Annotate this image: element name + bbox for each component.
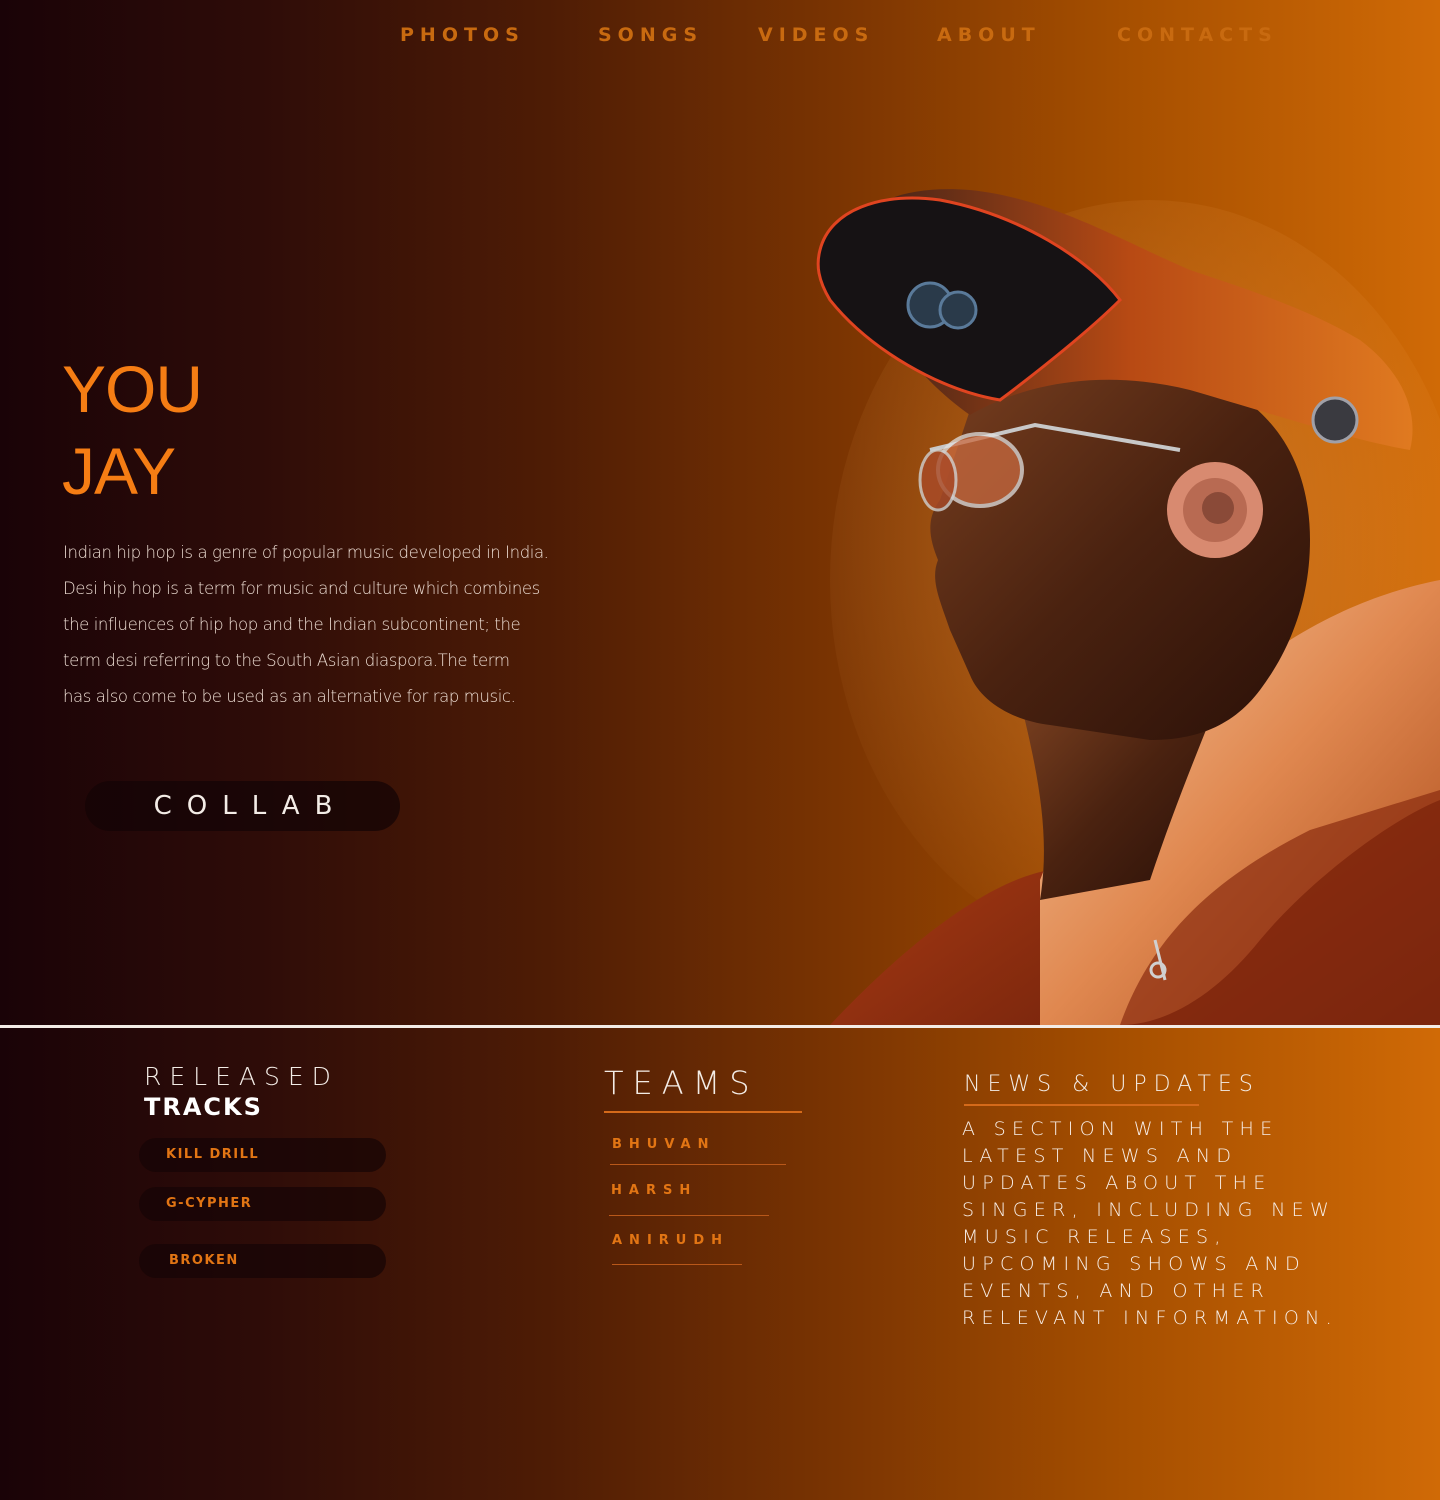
news-title: NEWS & UPDATES <box>964 1072 1260 1097</box>
nav-songs[interactable]: SONGS <box>598 24 703 46</box>
news-line: LATEST NEWS AND <box>962 1145 1238 1167</box>
news-line: A SECTION WITH THE <box>962 1118 1279 1140</box>
artist-name-line2: JAY <box>62 434 176 508</box>
collab-button[interactable]: COLLAB <box>85 781 400 831</box>
track-g-cypher[interactable]: G-CYPHER <box>139 1187 386 1221</box>
released-title: RELEASED <box>144 1062 339 1091</box>
teams-title: TEAMS <box>604 1064 759 1102</box>
news-line: EVENTS, AND OTHER <box>962 1280 1271 1302</box>
track-kill-drill[interactable]: KILL DRILL <box>139 1138 386 1172</box>
nav-videos[interactable]: VIDEOS <box>758 24 874 46</box>
news-underline <box>964 1104 1199 1106</box>
released-subtitle: TRACKS <box>144 1093 263 1121</box>
team-member-bhuvan[interactable]: BHUVAN <box>612 1137 715 1152</box>
artist-name-line1: YOU <box>62 352 203 426</box>
news-line: UPDATES ABOUT THE <box>962 1172 1272 1194</box>
team-member-harsh[interactable]: HARSH <box>611 1183 697 1198</box>
member-divider <box>609 1215 769 1216</box>
description-line: Desi hip hop is a term for music and cul… <box>63 579 540 598</box>
news-line: RELEVANT INFORMATION. <box>962 1307 1338 1329</box>
news-body: A SECTION WITH THE LATEST NEWS AND UPDAT… <box>962 1116 1402 1332</box>
nav-contacts[interactable]: CONTACTS <box>1117 24 1278 46</box>
member-divider <box>612 1264 742 1265</box>
hero-section: PHOTOS SONGS VIDEOS ABOUT CONTACTS YOU J… <box>0 0 1440 1025</box>
news-line: UPCOMING SHOWS AND <box>962 1253 1306 1275</box>
hero-description: Indian hip hop is a genre of popular mus… <box>63 535 593 715</box>
member-divider <box>610 1164 786 1165</box>
artist-portrait-image <box>816 189 1440 1025</box>
news-line: SINGER, INCLUDING NEW <box>962 1199 1336 1221</box>
description-line: the influences of hip hop and the Indian… <box>63 615 521 634</box>
description-line: term desi referring to the South Asian d… <box>63 651 510 670</box>
nav-about[interactable]: ABOUT <box>937 24 1041 46</box>
description-line: has also come to be used as an alternati… <box>63 687 516 706</box>
news-line: MUSIC RELEASES, <box>962 1226 1227 1248</box>
description-line: Indian hip hop is a genre of popular mus… <box>63 543 549 562</box>
nav-photos[interactable]: PHOTOS <box>400 24 525 46</box>
teams-underline <box>604 1111 802 1113</box>
artist-name: YOU JAY <box>62 348 203 512</box>
track-broken[interactable]: BROKEN <box>139 1244 386 1278</box>
team-member-anirudh[interactable]: ANIRUDH <box>612 1233 729 1248</box>
